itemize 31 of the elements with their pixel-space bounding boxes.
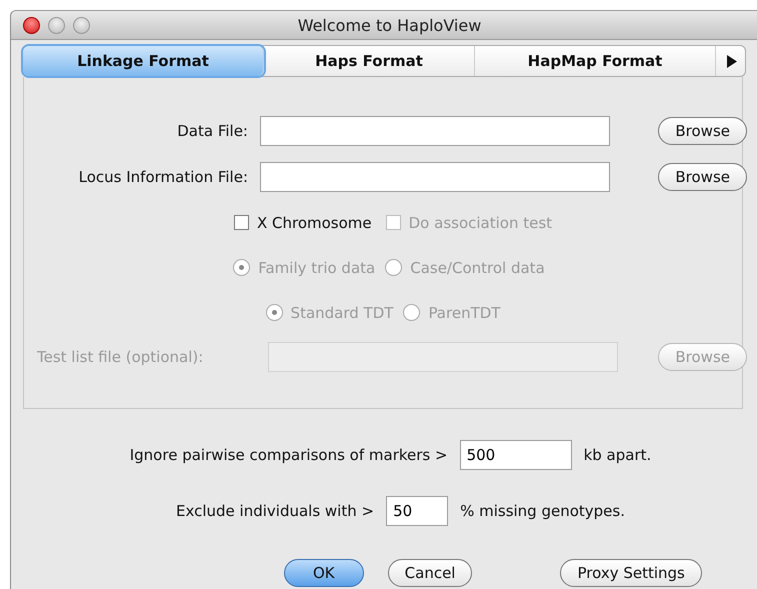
radio-label: ParenTDT xyxy=(428,304,500,322)
file-path-field[interactable] xyxy=(260,162,610,192)
number-field[interactable]: 50 xyxy=(386,496,448,526)
checkbox[interactable] xyxy=(234,215,249,230)
field-label: Test list file (optional): xyxy=(36,348,204,366)
scroll-right-icon[interactable] xyxy=(726,54,738,68)
zoom-icon[interactable] xyxy=(73,16,90,34)
browse-button[interactable]: Browse xyxy=(658,117,747,145)
minimize-icon[interactable] xyxy=(48,16,65,34)
field-label: Data File: xyxy=(176,122,249,140)
radio-label: Case/Control data xyxy=(410,258,545,276)
checkbox-label: Do association test xyxy=(408,214,552,232)
tab[interactable]: Linkage Format xyxy=(23,46,264,76)
radio-label: Standard TDT xyxy=(290,304,394,322)
field-label: Locus Information File: xyxy=(78,168,249,186)
file-path-field[interactable] xyxy=(260,116,610,146)
unit-label: kb apart. xyxy=(584,446,652,464)
tab[interactable]: HapMap Format xyxy=(475,46,716,76)
browse-button[interactable]: Browse xyxy=(658,163,747,191)
tab[interactable]: Haps Format xyxy=(264,46,475,76)
cancel-button[interactable]: Cancel xyxy=(388,559,472,587)
close-icon[interactable] xyxy=(23,16,40,34)
setting-label: Exclude individuals with > xyxy=(176,502,374,520)
proxy-settings-button[interactable]: Proxy Settings xyxy=(560,559,702,587)
ok-button[interactable]: OK xyxy=(284,559,364,587)
number-field[interactable]: 500 xyxy=(460,440,572,470)
unit-label: % missing genotypes. xyxy=(460,502,625,520)
checkbox-label: X Chromosome xyxy=(256,214,372,232)
window-title: Welcome to HaploView xyxy=(296,16,482,34)
radio-label: Family trio data xyxy=(258,258,376,276)
setting-label: Ignore pairwise comparisons of markers > xyxy=(130,446,448,464)
